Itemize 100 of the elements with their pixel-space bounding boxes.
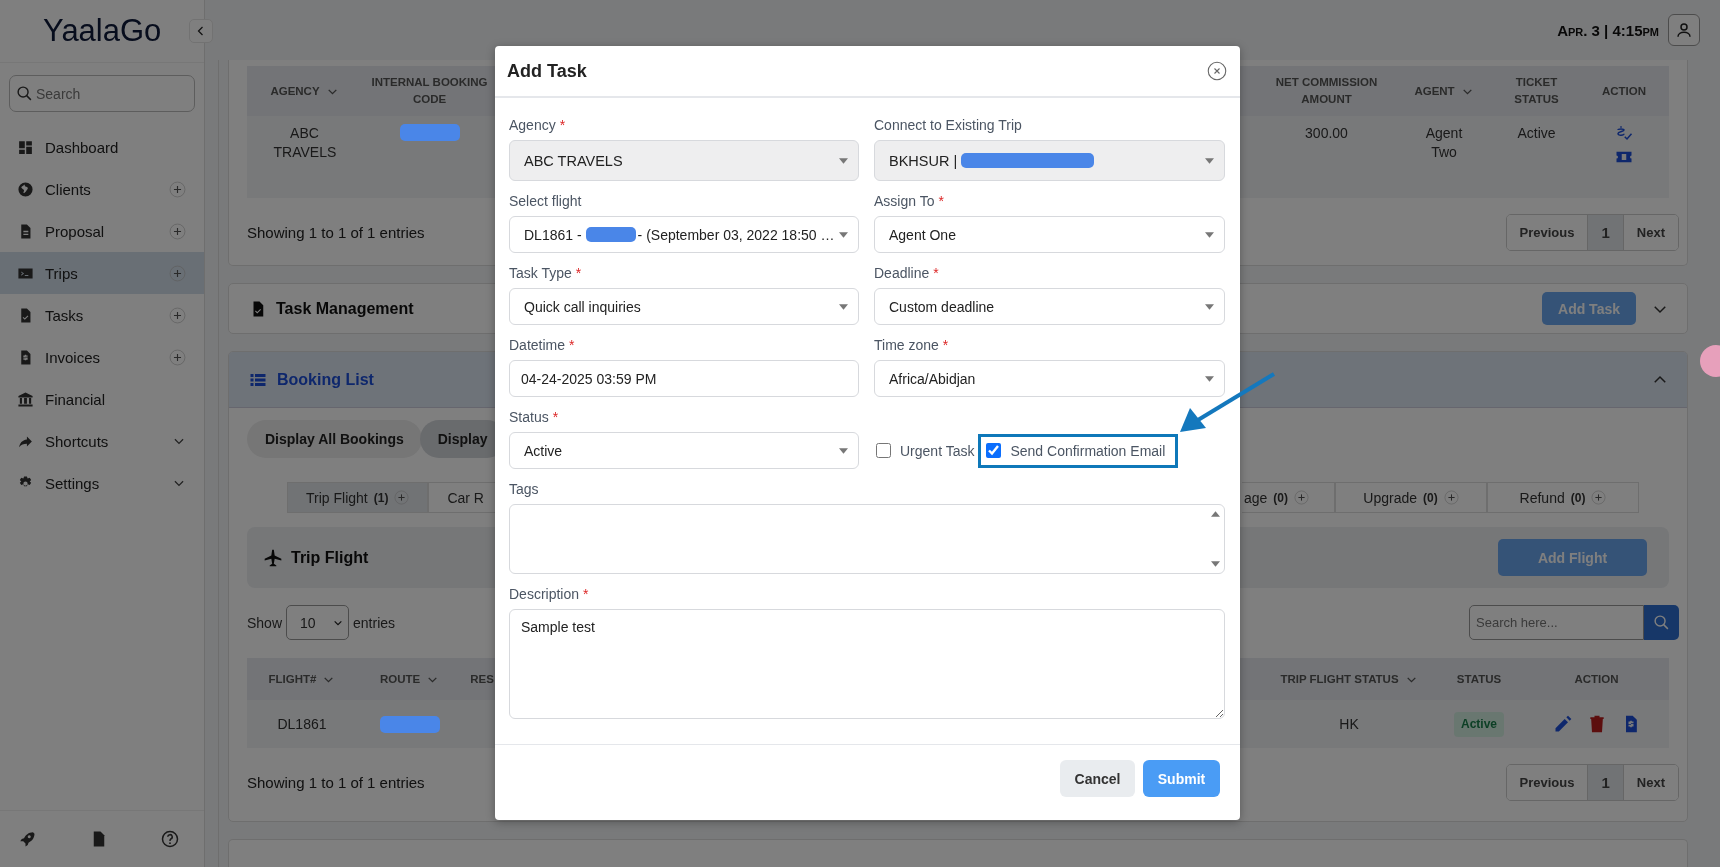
sidebar-item[interactable]: Tasks [0, 294, 204, 336]
sidebar-item[interactable]: Financial [0, 378, 204, 420]
description-field[interactable]: Sample test [509, 609, 1225, 719]
table-cell: Active [1517, 124, 1556, 143]
sidebar-item[interactable]: Shortcuts [0, 420, 204, 462]
length-label: entries [353, 614, 396, 631]
dropdown-field[interactable]: Africa/Abidjan [874, 360, 1225, 397]
checkbox[interactable] [876, 443, 891, 458]
add-icon[interactable] [394, 490, 410, 505]
field-label: Task Type [509, 264, 572, 282]
table-info: Showing 1 to 1 of 1 entries [247, 774, 425, 791]
field-label: Connect to Existing Trip [874, 116, 1022, 134]
section-title: Booking List [277, 370, 374, 389]
caret-icon [839, 303, 848, 310]
dropdown-field[interactable]: DL1861 - - (September 03, 2022 18:50 … [509, 216, 859, 253]
required-mark: * [938, 192, 944, 210]
add-icon[interactable] [1591, 490, 1607, 505]
add-icon[interactable] [1294, 490, 1309, 505]
column-header[interactable]: ACTION [1574, 670, 1619, 688]
datetime-field[interactable]: 04-24-2025 03:59 PM [509, 360, 859, 397]
tab[interactable]: age (0) [1241, 482, 1335, 513]
field-label: Tags [509, 480, 539, 498]
field-label: Status [509, 408, 549, 426]
column-header[interactable]: TRIP FLIGHT STATUS [1280, 670, 1399, 688]
user-icon [1675, 21, 1693, 39]
tags-field[interactable] [509, 504, 1225, 574]
airplane-icon [263, 547, 283, 568]
redaction-bar [379, 715, 440, 733]
checkbox[interactable] [986, 443, 1002, 458]
dialog-title: Add Task [507, 60, 587, 82]
required-mark: * [933, 264, 939, 282]
search-field[interactable]: Search [9, 75, 195, 112]
required-mark: * [942, 336, 949, 354]
checkbox-label[interactable]: Send Confirmation Email [1010, 442, 1166, 459]
table-info: Showing 1 to 1 of 1 entries [247, 224, 425, 241]
column-header[interactable]: ROUTE [379, 670, 421, 688]
search-icon [1653, 614, 1670, 631]
column-header[interactable]: NET COMMISSION AMOUNT [1259, 74, 1394, 108]
add-icon[interactable] [169, 348, 186, 366]
add-icon[interactable] [169, 180, 186, 198]
column-header[interactable]: FLIGHT# [268, 670, 317, 688]
page-button[interactable]: 1 [1587, 765, 1624, 800]
caret-icon [839, 231, 848, 238]
dollar-check-icon[interactable] [1615, 124, 1633, 142]
globe-icon [17, 180, 34, 198]
filter-toggle[interactable]: Display All Bookings [247, 420, 422, 458]
tab[interactable]: Upgrade (0) [1335, 482, 1487, 513]
scroll-up-icon[interactable] [1211, 511, 1220, 517]
caret-icon [1205, 375, 1214, 382]
column-header[interactable]: TICKET STATUS [1494, 74, 1579, 108]
table-search-field[interactable]: Search here... [1469, 605, 1644, 640]
field-label: Agency [509, 116, 556, 134]
sidebar-item[interactable]: Dashboard [0, 126, 204, 168]
caret-icon [1205, 303, 1214, 310]
add-icon[interactable] [169, 222, 186, 240]
dropdown-field[interactable]: Custom deadline [874, 288, 1225, 325]
user-menu-button[interactable] [1668, 14, 1700, 46]
collapse-sidebar-button[interactable] [189, 19, 213, 43]
dropdown-field[interactable]: Quick call inquiries [509, 288, 859, 325]
search-icon [16, 85, 33, 102]
field-label: Select flight [509, 192, 582, 210]
column-header[interactable]: AGENCY [270, 82, 320, 100]
field-label: Description [509, 585, 580, 603]
field-label: Datetime [509, 336, 566, 354]
field-label: Assign To [874, 192, 935, 210]
length-label: Show [247, 614, 283, 631]
add-icon[interactable] [169, 306, 186, 324]
add-icon[interactable] [169, 264, 186, 282]
tab[interactable]: Trip Flight (1) [287, 482, 429, 513]
sidebar-item[interactable]: Settings [0, 462, 204, 504]
section-title: Task Management [276, 299, 414, 318]
column-header[interactable]: STATUS [1456, 670, 1502, 688]
cancel-button[interactable]: Cancel [1060, 760, 1135, 797]
required-mark: * [575, 264, 582, 282]
rocket-icon[interactable] [18, 830, 36, 848]
sidebar-item[interactable]: Invoices [0, 336, 204, 378]
close-icon[interactable] [1207, 61, 1227, 81]
column-header[interactable]: INTERNAL BOOKING CODE [362, 74, 497, 108]
column-header[interactable]: RES [470, 670, 494, 688]
sidebar-item[interactable]: Trips [0, 252, 204, 294]
sidebar-item[interactable]: Clients [0, 168, 204, 210]
add-icon[interactable] [1443, 490, 1459, 505]
bank-icon [17, 390, 34, 408]
search-button[interactable] [1644, 605, 1679, 640]
submit-button[interactable]: Submit [1143, 760, 1220, 797]
column-header[interactable]: ACTION [1601, 82, 1647, 100]
field-label: Deadline [874, 264, 930, 282]
dropdown-field[interactable]: Active [509, 432, 859, 469]
column-header[interactable]: AGENT [1414, 82, 1455, 100]
entries-dropdown[interactable]: 10 [286, 605, 350, 640]
sidebar-item[interactable]: Proposal [0, 210, 204, 252]
table-cell: HK [1339, 714, 1359, 734]
page-button[interactable]: 1 [1587, 215, 1624, 250]
scroll-down-icon[interactable] [1211, 561, 1220, 567]
dropdown-field[interactable]: Agent One [874, 216, 1225, 253]
table-cell: 300.00 [1305, 124, 1348, 143]
caret-icon [839, 157, 848, 164]
help-icon[interactable] [161, 830, 179, 848]
tab[interactable]: Refund (0) [1487, 482, 1639, 513]
checkbox-label[interactable]: Urgent Task [900, 442, 975, 459]
